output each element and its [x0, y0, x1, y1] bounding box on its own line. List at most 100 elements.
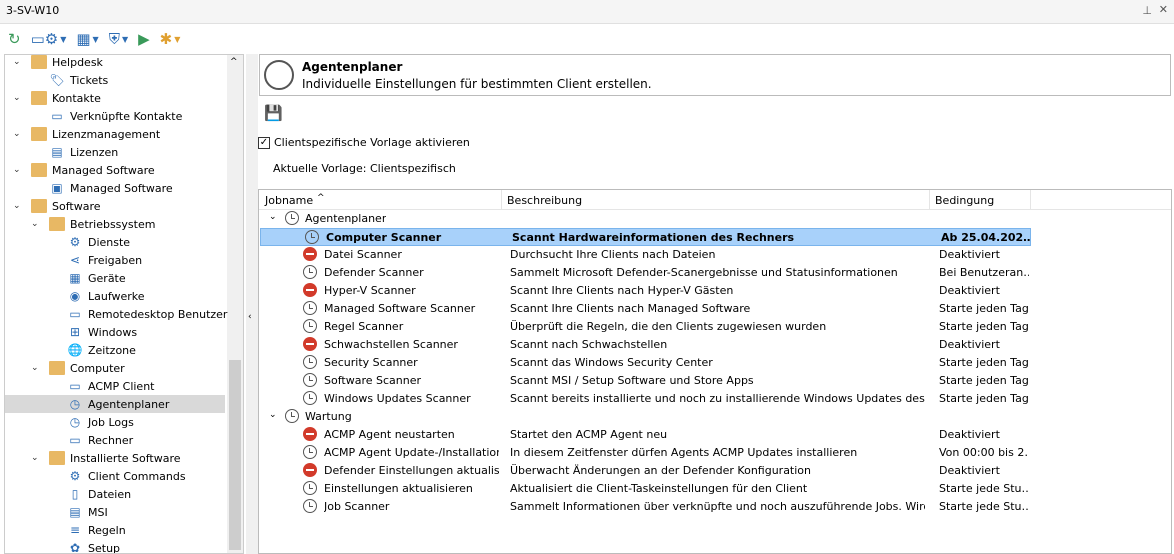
table-row[interactable]: Managed Software Scanner Scannt Ihre Cli… [259, 300, 1173, 318]
tree-item[interactable]: ◷ Agentenplaner [5, 395, 225, 413]
tree-item-label: Tickets [70, 73, 109, 87]
tree-scrollbar[interactable]: ^ [227, 55, 243, 553]
table-row[interactable]: Schwachstellen Scanner Scannt nach Schwa… [259, 336, 1173, 354]
table-row[interactable]: Software Scanner Scannt MSI / Setup Soft… [259, 372, 1173, 390]
tree-item[interactable]: ⚙ Dienste [49, 233, 130, 251]
scrollbar-thumb[interactable] [229, 360, 241, 550]
table-row[interactable]: Windows Updates Scanner Scannt bereits i… [259, 390, 1173, 408]
tree-item[interactable]: ⌄ Kontakte [13, 89, 101, 107]
tree-item-label: Helpdesk [52, 55, 103, 69]
security-button[interactable]: ⛨ ▼ [109, 30, 128, 48]
tree-item-label: Client Commands [88, 469, 186, 483]
tree-item[interactable]: ◉ Laufwerke [49, 287, 145, 305]
close-icon[interactable]: ✕ [1159, 3, 1168, 16]
job-condition: Starte jede Stu… [939, 482, 1029, 495]
folder-icon [31, 127, 47, 141]
tree-item-label: Setup [88, 541, 121, 554]
tree-item[interactable]: ⌄ Helpdesk [13, 55, 103, 71]
tree-item[interactable]: ⚙ Client Commands [49, 467, 186, 485]
tree-item[interactable]: ⌄ Managed Software [13, 161, 155, 179]
tree-item-label: Laufwerke [88, 289, 145, 303]
tree-item[interactable]: ▭ Remotedesktop Benutzer [49, 305, 227, 323]
table-row[interactable]: Security Scanner Scannt das Windows Secu… [259, 354, 1173, 372]
tree-item[interactable]: ✿ Setup [49, 539, 121, 554]
pin-icon[interactable]: ⊥ [1142, 4, 1152, 17]
job-name: ACMP Agent Update-/Installation… [324, 446, 499, 459]
layout-button[interactable]: ▦ ▼ [76, 30, 98, 48]
table-row[interactable]: Computer Scanner Scannt Hardwareinformat… [260, 228, 1031, 246]
tree-item[interactable]: ≡ Regeln [49, 521, 126, 539]
title-bar: 3-SV-W10 ⊥ ✕ [0, 0, 1174, 24]
table-row[interactable]: Datei Scanner Durchsucht Ihre Clients na… [259, 246, 1173, 264]
job-condition: Deaktiviert [939, 428, 1000, 441]
column-beschreibung[interactable]: Beschreibung [501, 194, 582, 207]
checkbox-box[interactable]: ✓ [258, 136, 270, 149]
job-description: Scannt Ihre Clients nach Hyper-V Gästen [510, 284, 734, 297]
client-template-checkbox[interactable]: ✓ Clientspezifische Vorlage aktivieren [258, 136, 470, 149]
tree-item[interactable]: ⊞ Windows [49, 323, 137, 341]
job-description: Sammelt Microsoft Defender-Scanergebniss… [510, 266, 898, 279]
table-row[interactable]: Defender Scanner Sammelt Microsoft Defen… [259, 264, 1173, 282]
table-row[interactable]: Hyper-V Scanner Scannt Ihre Clients nach… [259, 282, 1173, 300]
column-jobname[interactable]: Jobname [259, 194, 313, 207]
tree-item[interactable]: ▭ Verknüpfte Kontakte [31, 107, 182, 125]
clock-icon [303, 301, 317, 315]
tree-item[interactable]: ▣ Managed Software [31, 179, 172, 197]
chevron-down-icon[interactable]: ⌄ [13, 57, 25, 67]
tree-item[interactable]: ▤ Lizenzen [31, 143, 118, 161]
tree-item[interactable]: ▦ Geräte [49, 269, 125, 287]
job-name: Defender Scanner [324, 266, 424, 279]
table-row[interactable]: Einstellungen aktualisieren Aktualisiert… [259, 480, 1173, 498]
window-title: 3-SV-W10 [6, 4, 60, 17]
tree-item[interactable]: ▯ Dateien [49, 485, 131, 503]
windows-icon: ⊞ [69, 325, 81, 339]
tree-item[interactable]: ▤ MSI [49, 503, 107, 521]
chevron-down-icon[interactable]: ⌄ [13, 93, 25, 103]
gear-icon: ⚙ [69, 469, 81, 483]
tree-item[interactable]: ▭ Rechner [49, 431, 133, 449]
disabled-icon [303, 247, 317, 261]
clock-icon [303, 481, 317, 495]
refresh-icon[interactable]: ↻ [8, 30, 21, 48]
tree-item[interactable]: 🌐 Zeitzone [49, 341, 136, 359]
job-description: Startet den ACMP Agent neu [510, 428, 668, 441]
chevron-down-icon[interactable]: ⌄ [13, 129, 25, 139]
tree-item[interactable]: ⌄ Computer [31, 359, 125, 377]
chevron-down-icon[interactable]: ⌄ [13, 201, 25, 211]
tree-item[interactable]: ⌄ Software [13, 197, 101, 215]
tree-item[interactable]: 🏷 Tickets [31, 71, 108, 89]
chevron-down-icon[interactable]: ⌄ [269, 410, 277, 420]
table-row[interactable]: ACMP Agent Update-/Installation… In dies… [259, 444, 1173, 462]
chevron-down-icon[interactable]: ⌄ [13, 165, 25, 175]
chevron-down-icon[interactable]: ⌄ [269, 212, 277, 222]
folder-icon [49, 361, 65, 375]
column-bedingung[interactable]: Bedingung [929, 194, 994, 207]
job-description: Scannt Hardwareinformationen des Rechner… [512, 231, 795, 244]
group-row[interactable]: ⌄ Agentenplaner [259, 210, 1173, 228]
chevron-down-icon[interactable]: ⌄ [31, 363, 43, 373]
table-row[interactable]: Defender Einstellungen aktualisie… Überw… [259, 462, 1173, 480]
tree-item[interactable]: ⌄ Lizenzmanagement [13, 125, 160, 143]
tree-item[interactable]: ▭ ACMP Client [49, 377, 154, 395]
tree-item[interactable]: ⋖ Freigaben [49, 251, 142, 269]
group-row[interactable]: ⌄ Wartung [259, 408, 1173, 426]
table-row[interactable]: Regel Scanner Überprüft die Regeln, die … [259, 318, 1173, 336]
splitter[interactable]: ‹ [246, 54, 258, 554]
clock-icon [303, 445, 317, 459]
group-name: Agentenplaner [305, 212, 387, 225]
chevron-down-icon[interactable]: ⌄ [31, 453, 43, 463]
play-icon[interactable]: ▶ [138, 30, 150, 48]
tree-item[interactable]: ◷ Job Logs [49, 413, 134, 431]
tree-item[interactable]: ⌄ Betriebssystem [31, 215, 155, 233]
tree-item-label: Kontakte [52, 91, 101, 105]
save-icon[interactable]: 💾 [264, 104, 283, 122]
table-row[interactable]: Job Scanner Sammelt Informationen über v… [259, 498, 1173, 516]
clock-icon [303, 499, 317, 513]
table-row[interactable]: ACMP Agent neustarten Startet den ACMP A… [259, 426, 1173, 444]
chevron-down-icon[interactable]: ⌄ [31, 219, 43, 229]
plugin-button[interactable]: ✱ ▼ [160, 30, 181, 48]
job-description: Scannt nach Schwachstellen [510, 338, 668, 351]
tree-item[interactable]: ⌄ Installierte Software [31, 449, 181, 467]
client-settings-button[interactable]: ▭⚙ ▼ [31, 30, 67, 48]
folder-icon [31, 91, 47, 105]
